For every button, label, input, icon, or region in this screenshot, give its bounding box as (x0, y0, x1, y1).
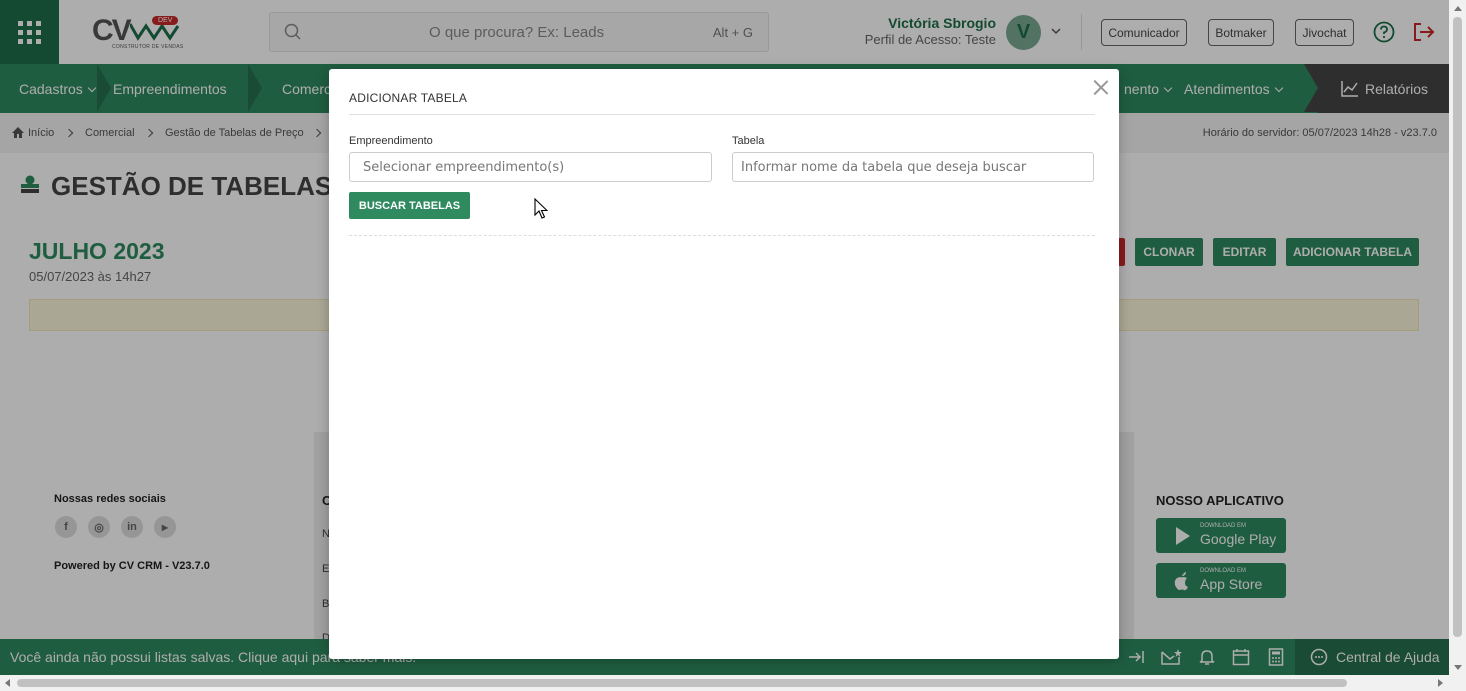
modal-title: ADICIONAR TABELA (349, 91, 468, 105)
close-icon[interactable] (1092, 78, 1110, 96)
modal-divider (349, 114, 1095, 115)
add-table-modal: ADICIONAR TABELA Empreendimento Tabela B… (329, 69, 1119, 659)
scroll-thumb[interactable] (17, 679, 1347, 687)
scroll-up-icon[interactable] (1454, 6, 1462, 11)
mouse-cursor-icon (534, 198, 548, 219)
results-divider (349, 235, 1095, 236)
search-tables-button[interactable]: BUSCAR TABELAS (349, 192, 470, 219)
empreendimento-input[interactable] (350, 153, 711, 181)
scroll-right-icon[interactable] (1438, 679, 1443, 687)
empreendimento-select[interactable] (349, 152, 712, 182)
horizontal-scrollbar[interactable] (0, 675, 1466, 691)
empreendimento-label: Empreendimento (349, 135, 433, 147)
tabela-field[interactable] (732, 152, 1094, 182)
vertical-scrollbar[interactable] (1449, 0, 1466, 675)
scroll-left-icon[interactable] (5, 679, 10, 687)
tabela-label: Tabela (732, 135, 765, 147)
tabela-input[interactable] (733, 153, 1093, 181)
scroll-thumb[interactable] (1453, 17, 1462, 637)
scroll-down-icon[interactable] (1454, 665, 1462, 670)
